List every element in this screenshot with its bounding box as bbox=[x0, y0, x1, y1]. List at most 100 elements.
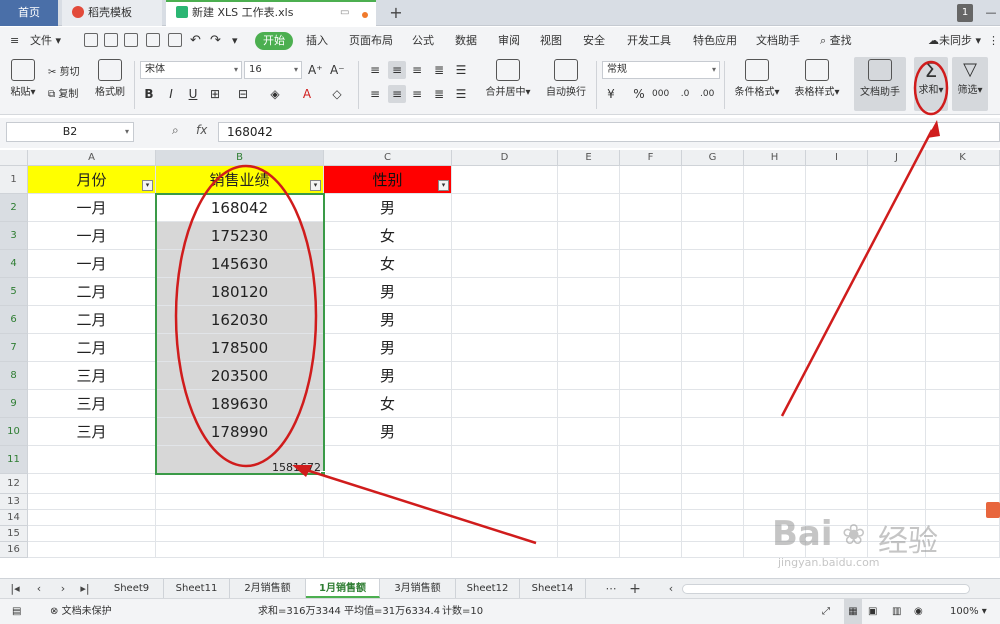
eye-protect-icon[interactable]: ◉ bbox=[914, 599, 923, 624]
cell[interactable] bbox=[868, 494, 926, 510]
font-size-select[interactable]: 16 ▾ bbox=[244, 61, 302, 79]
print-icon[interactable] bbox=[146, 33, 160, 47]
cell[interactable] bbox=[926, 418, 1000, 446]
justify-icon[interactable]: ≣ bbox=[432, 87, 446, 101]
menu-security[interactable]: 安全 bbox=[583, 27, 605, 55]
cell[interactable] bbox=[28, 526, 156, 542]
row-header[interactable]: 3 bbox=[0, 222, 28, 250]
cell[interactable] bbox=[868, 278, 926, 306]
first-sheet-icon[interactable]: |◂ bbox=[8, 581, 22, 597]
cell[interactable] bbox=[806, 194, 868, 222]
cell[interactable] bbox=[744, 194, 806, 222]
decrease-decimal-icon[interactable]: .00 bbox=[700, 87, 714, 101]
print-preview-icon[interactable] bbox=[168, 33, 182, 47]
quick-access-dropdown-icon[interactable]: ▾ bbox=[232, 27, 238, 55]
cell[interactable] bbox=[744, 222, 806, 250]
sum-button[interactable]: Σ 求和▾ bbox=[914, 59, 948, 96]
distributed-icon[interactable]: ☰ bbox=[454, 87, 468, 101]
cell[interactable] bbox=[324, 474, 452, 494]
more-sheets-icon[interactable]: ⋯ bbox=[604, 581, 618, 597]
cell[interactable] bbox=[868, 418, 926, 446]
cell[interactable] bbox=[452, 418, 558, 446]
cell[interactable] bbox=[868, 194, 926, 222]
cell[interactable] bbox=[558, 446, 620, 474]
scroll-left-icon[interactable]: ‹ bbox=[664, 581, 678, 597]
cell[interactable] bbox=[452, 474, 558, 494]
cell[interactable] bbox=[558, 194, 620, 222]
cell[interactable] bbox=[868, 334, 926, 362]
column-header-b[interactable]: B bbox=[156, 150, 324, 166]
cell[interactable]: 男 bbox=[324, 334, 452, 362]
cell[interactable] bbox=[452, 306, 558, 334]
sheet-tab[interactable]: 3月销售额 bbox=[380, 579, 456, 598]
cell[interactable]: 180120 bbox=[156, 278, 324, 306]
cell[interactable] bbox=[868, 474, 926, 494]
cell[interactable] bbox=[558, 250, 620, 278]
menu-file[interactable]: 文件 ▾ bbox=[30, 27, 61, 55]
tab-docer-templates[interactable]: 稻壳模板 bbox=[62, 0, 162, 26]
page-layout-icon[interactable]: ▣ bbox=[868, 599, 877, 624]
cell[interactable] bbox=[452, 526, 558, 542]
cell[interactable] bbox=[558, 334, 620, 362]
cell[interactable] bbox=[806, 390, 868, 418]
cell[interactable] bbox=[926, 194, 1000, 222]
cell[interactable] bbox=[558, 542, 620, 558]
cell[interactable] bbox=[156, 474, 324, 494]
cell[interactable]: 二月 bbox=[28, 334, 156, 362]
row-header[interactable]: 9 bbox=[0, 390, 28, 418]
filter-button[interactable]: ▽ 筛选▾ bbox=[952, 59, 988, 96]
zoom-level[interactable]: 100% ▾ bbox=[950, 599, 987, 624]
cell[interactable] bbox=[806, 306, 868, 334]
cell[interactable] bbox=[324, 542, 452, 558]
cell[interactable] bbox=[558, 474, 620, 494]
column-header-g[interactable]: G bbox=[682, 150, 744, 166]
cell[interactable] bbox=[926, 278, 1000, 306]
cell[interactable] bbox=[558, 390, 620, 418]
cell[interactable] bbox=[682, 494, 744, 510]
cell[interactable] bbox=[806, 446, 868, 474]
cell[interactable] bbox=[682, 418, 744, 446]
cell[interactable] bbox=[452, 194, 558, 222]
cell[interactable] bbox=[806, 418, 868, 446]
cell[interactable] bbox=[558, 166, 620, 194]
cell[interactable] bbox=[744, 446, 806, 474]
cell[interactable] bbox=[156, 510, 324, 526]
cell[interactable] bbox=[620, 194, 682, 222]
cell[interactable] bbox=[324, 494, 452, 510]
clear-format-icon[interactable]: ◇ bbox=[330, 87, 344, 101]
cell[interactable]: 男 bbox=[324, 194, 452, 222]
cell[interactable]: 178500 bbox=[156, 334, 324, 362]
row-header[interactable]: 15 bbox=[0, 526, 28, 542]
menu-special[interactable]: 特色应用 bbox=[693, 27, 737, 55]
filter-dropdown-icon[interactable]: ▾ bbox=[310, 180, 321, 191]
more-menu-icon[interactable]: ⋮ bbox=[988, 27, 999, 55]
filter-dropdown-icon[interactable]: ▾ bbox=[142, 180, 153, 191]
cell[interactable]: 一月 bbox=[28, 222, 156, 250]
fill-handle[interactable] bbox=[320, 471, 326, 477]
last-sheet-icon[interactable]: ▸| bbox=[78, 581, 92, 597]
number-format-select[interactable]: 常规 ▾ bbox=[602, 61, 720, 79]
cell[interactable] bbox=[744, 362, 806, 390]
row-header[interactable]: 10 bbox=[0, 418, 28, 446]
italic-icon[interactable]: I bbox=[164, 87, 178, 101]
name-box[interactable]: B2 ▾ bbox=[6, 122, 134, 142]
sheet-tab[interactable]: Sheet11 bbox=[164, 579, 230, 598]
open-icon[interactable] bbox=[84, 33, 98, 47]
save-icon[interactable] bbox=[104, 33, 118, 47]
undo-icon[interactable]: ↶ bbox=[190, 27, 201, 55]
cell[interactable] bbox=[620, 542, 682, 558]
status-sum[interactable]: 求和=316万3344 bbox=[258, 599, 341, 624]
cell[interactable] bbox=[558, 222, 620, 250]
cell[interactable] bbox=[806, 494, 868, 510]
prev-sheet-icon[interactable]: ‹ bbox=[32, 581, 46, 597]
cell[interactable] bbox=[620, 334, 682, 362]
cell[interactable] bbox=[558, 278, 620, 306]
column-header-h[interactable]: H bbox=[744, 150, 806, 166]
cell[interactable] bbox=[682, 278, 744, 306]
cell[interactable] bbox=[682, 194, 744, 222]
cell[interactable]: 175230 bbox=[156, 222, 324, 250]
fx-icon[interactable]: fx bbox=[196, 123, 207, 137]
cell[interactable] bbox=[868, 362, 926, 390]
cell[interactable] bbox=[620, 250, 682, 278]
bold-icon[interactable]: B bbox=[142, 87, 156, 101]
